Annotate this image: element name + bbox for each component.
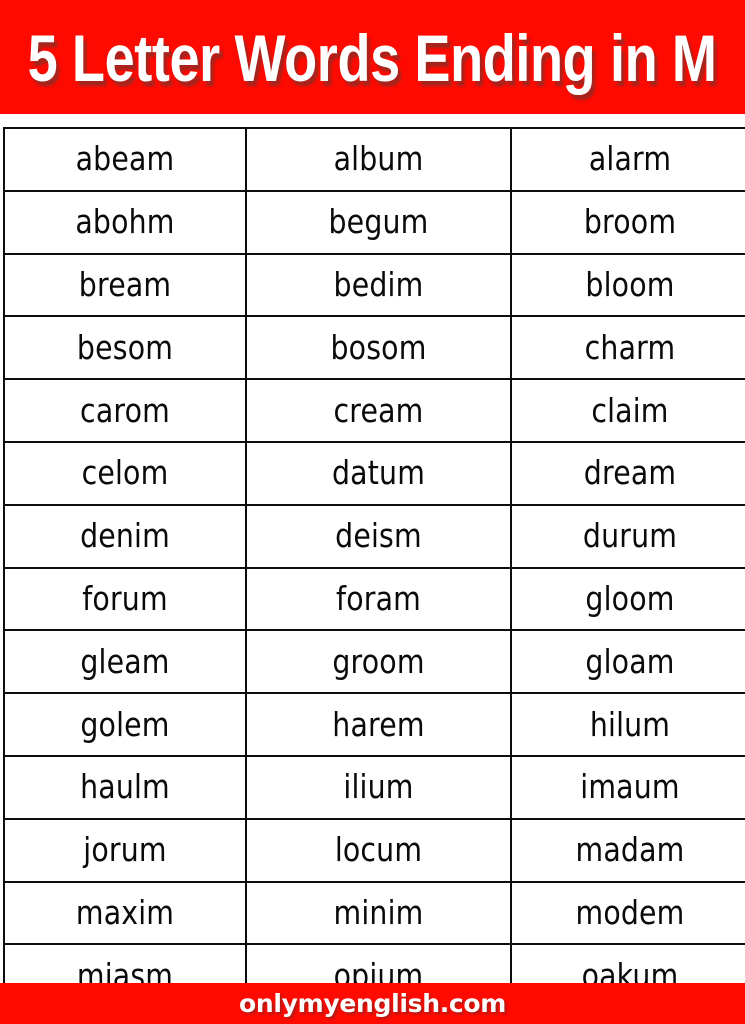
word-text: bosom	[330, 327, 427, 367]
word-text: groom	[332, 641, 425, 681]
table-cell: deism	[245, 503, 512, 569]
table-cell: forum	[3, 566, 247, 632]
word-text: maxim	[75, 892, 175, 932]
word-text: jorum	[83, 830, 167, 870]
word-text: carom	[80, 390, 170, 430]
table-row: gleam groom gloam	[3, 629, 745, 695]
table-cell: foram	[245, 566, 512, 632]
word-text: imaum	[580, 767, 680, 807]
word-text: abohm	[75, 202, 175, 242]
word-text: bedim	[333, 264, 424, 304]
word-text: bream	[78, 264, 172, 304]
word-text: gleam	[80, 641, 170, 681]
word-text: foram	[336, 578, 421, 618]
table-cell: album	[245, 127, 512, 192]
word-text: datum	[331, 453, 426, 493]
table-cell: bream	[3, 252, 247, 318]
table-cell: madam	[510, 817, 745, 883]
table-cell: broom	[510, 189, 745, 255]
word-text: locum	[334, 830, 423, 870]
word-text: hilum	[589, 704, 671, 744]
table-cell: abeam	[3, 127, 247, 192]
word-text: forum	[82, 578, 168, 618]
word-text: alarm	[588, 139, 672, 179]
word-text: claim	[591, 390, 669, 430]
table-cell: bedim	[245, 252, 512, 318]
table-cell: haulm	[3, 754, 247, 820]
table-cell: denim	[3, 503, 247, 569]
word-text: minim	[333, 892, 424, 932]
table-cell: minim	[245, 880, 512, 946]
word-text: modem	[575, 892, 685, 932]
table-row: denim deism durum	[3, 503, 745, 569]
word-text: haulm	[80, 767, 170, 807]
table-cell: locum	[245, 817, 512, 883]
table-cell: charm	[510, 315, 745, 381]
page-title: 5 Letter Words Ending in M	[28, 21, 717, 95]
table-row: golem harem hilum	[3, 692, 745, 757]
table-cell: abohm	[3, 189, 247, 255]
table-cell: bloom	[510, 252, 745, 318]
table-row: bream bedim bloom	[3, 252, 745, 318]
table-cell: datum	[245, 440, 512, 506]
table-cell: durum	[510, 503, 745, 569]
word-table: abeam album alarm abohm begum broom brea…	[3, 127, 745, 1009]
table-cell: gloom	[510, 566, 745, 632]
table-cell: groom	[245, 629, 512, 695]
table-cell: gleam	[3, 629, 247, 695]
word-text: gloom	[585, 578, 675, 618]
word-text: cream	[333, 390, 424, 430]
table-row: haulm ilium imaum	[3, 754, 745, 820]
word-text: bloom	[585, 264, 675, 304]
table-cell: begum	[245, 189, 512, 255]
word-text: celom	[81, 453, 169, 493]
table-cell: dream	[510, 440, 745, 506]
table-row: jorum locum madam	[3, 817, 745, 883]
word-text: gloam	[585, 641, 675, 681]
table-row: celom datum dream	[3, 440, 745, 506]
table-cell: jorum	[3, 817, 247, 883]
word-text: abeam	[75, 139, 175, 179]
word-text: besom	[76, 327, 174, 367]
word-text: madam	[575, 830, 685, 870]
word-text: harem	[332, 704, 425, 744]
table-cell: alarm	[510, 127, 745, 192]
table-cell: ilium	[245, 754, 512, 820]
table-cell: modem	[510, 880, 745, 946]
table-row: abohm begum broom	[3, 189, 745, 255]
table-cell: golem	[3, 692, 247, 757]
word-text: golem	[80, 704, 170, 744]
word-text: deism	[335, 516, 422, 556]
table-cell: bosom	[245, 315, 512, 381]
table-cell: celom	[3, 440, 247, 506]
table-cell: besom	[3, 315, 247, 381]
table-row: besom bosom charm	[3, 315, 745, 381]
table-row: carom cream claim	[3, 378, 745, 443]
table-cell: claim	[510, 378, 745, 443]
word-table-body: abeam album alarm abohm begum broom brea…	[3, 127, 745, 1009]
word-text: broom	[583, 202, 677, 242]
word-text: ilium	[343, 767, 414, 807]
site-credit: onlymyenglish.com	[238, 989, 507, 1018]
table-cell: imaum	[510, 754, 745, 820]
word-text: charm	[584, 327, 676, 367]
table-cell: cream	[245, 378, 512, 443]
table-cell: hilum	[510, 692, 745, 757]
table-cell: carom	[3, 378, 247, 443]
word-text: dream	[583, 453, 677, 493]
word-text: album	[333, 139, 424, 179]
word-list-poster: 5 Letter Words Ending in M abeam album a…	[0, 0, 745, 1024]
table-row: forum foram gloom	[3, 566, 745, 632]
table-cell: maxim	[3, 880, 247, 946]
table-row: abeam album alarm	[3, 127, 745, 192]
word-text: denim	[80, 516, 170, 556]
table-cell: harem	[245, 692, 512, 757]
word-table-container: abeam album alarm abohm begum broom brea…	[3, 127, 745, 1009]
word-text: durum	[582, 516, 678, 556]
header-banner: 5 Letter Words Ending in M	[0, 0, 745, 114]
table-cell: gloam	[510, 629, 745, 695]
table-row: maxim minim modem	[3, 880, 745, 946]
word-text: begum	[328, 202, 429, 242]
footer-banner: onlymyenglish.com	[0, 983, 745, 1024]
